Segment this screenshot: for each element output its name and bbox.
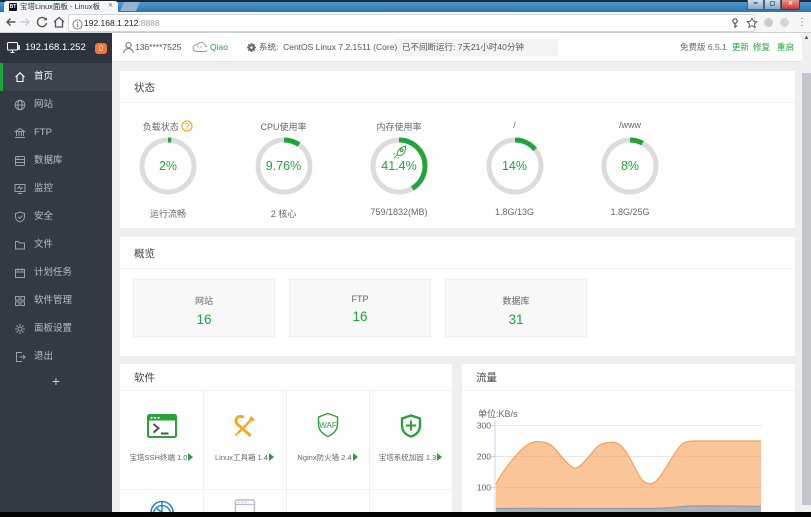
svg-text:300: 300 (477, 421, 491, 431)
svg-text:100: 100 (477, 483, 491, 493)
svg-text:?: ? (185, 122, 190, 131)
svg-text:WAF: WAF (319, 421, 337, 430)
svg-text:200: 200 (477, 452, 491, 462)
